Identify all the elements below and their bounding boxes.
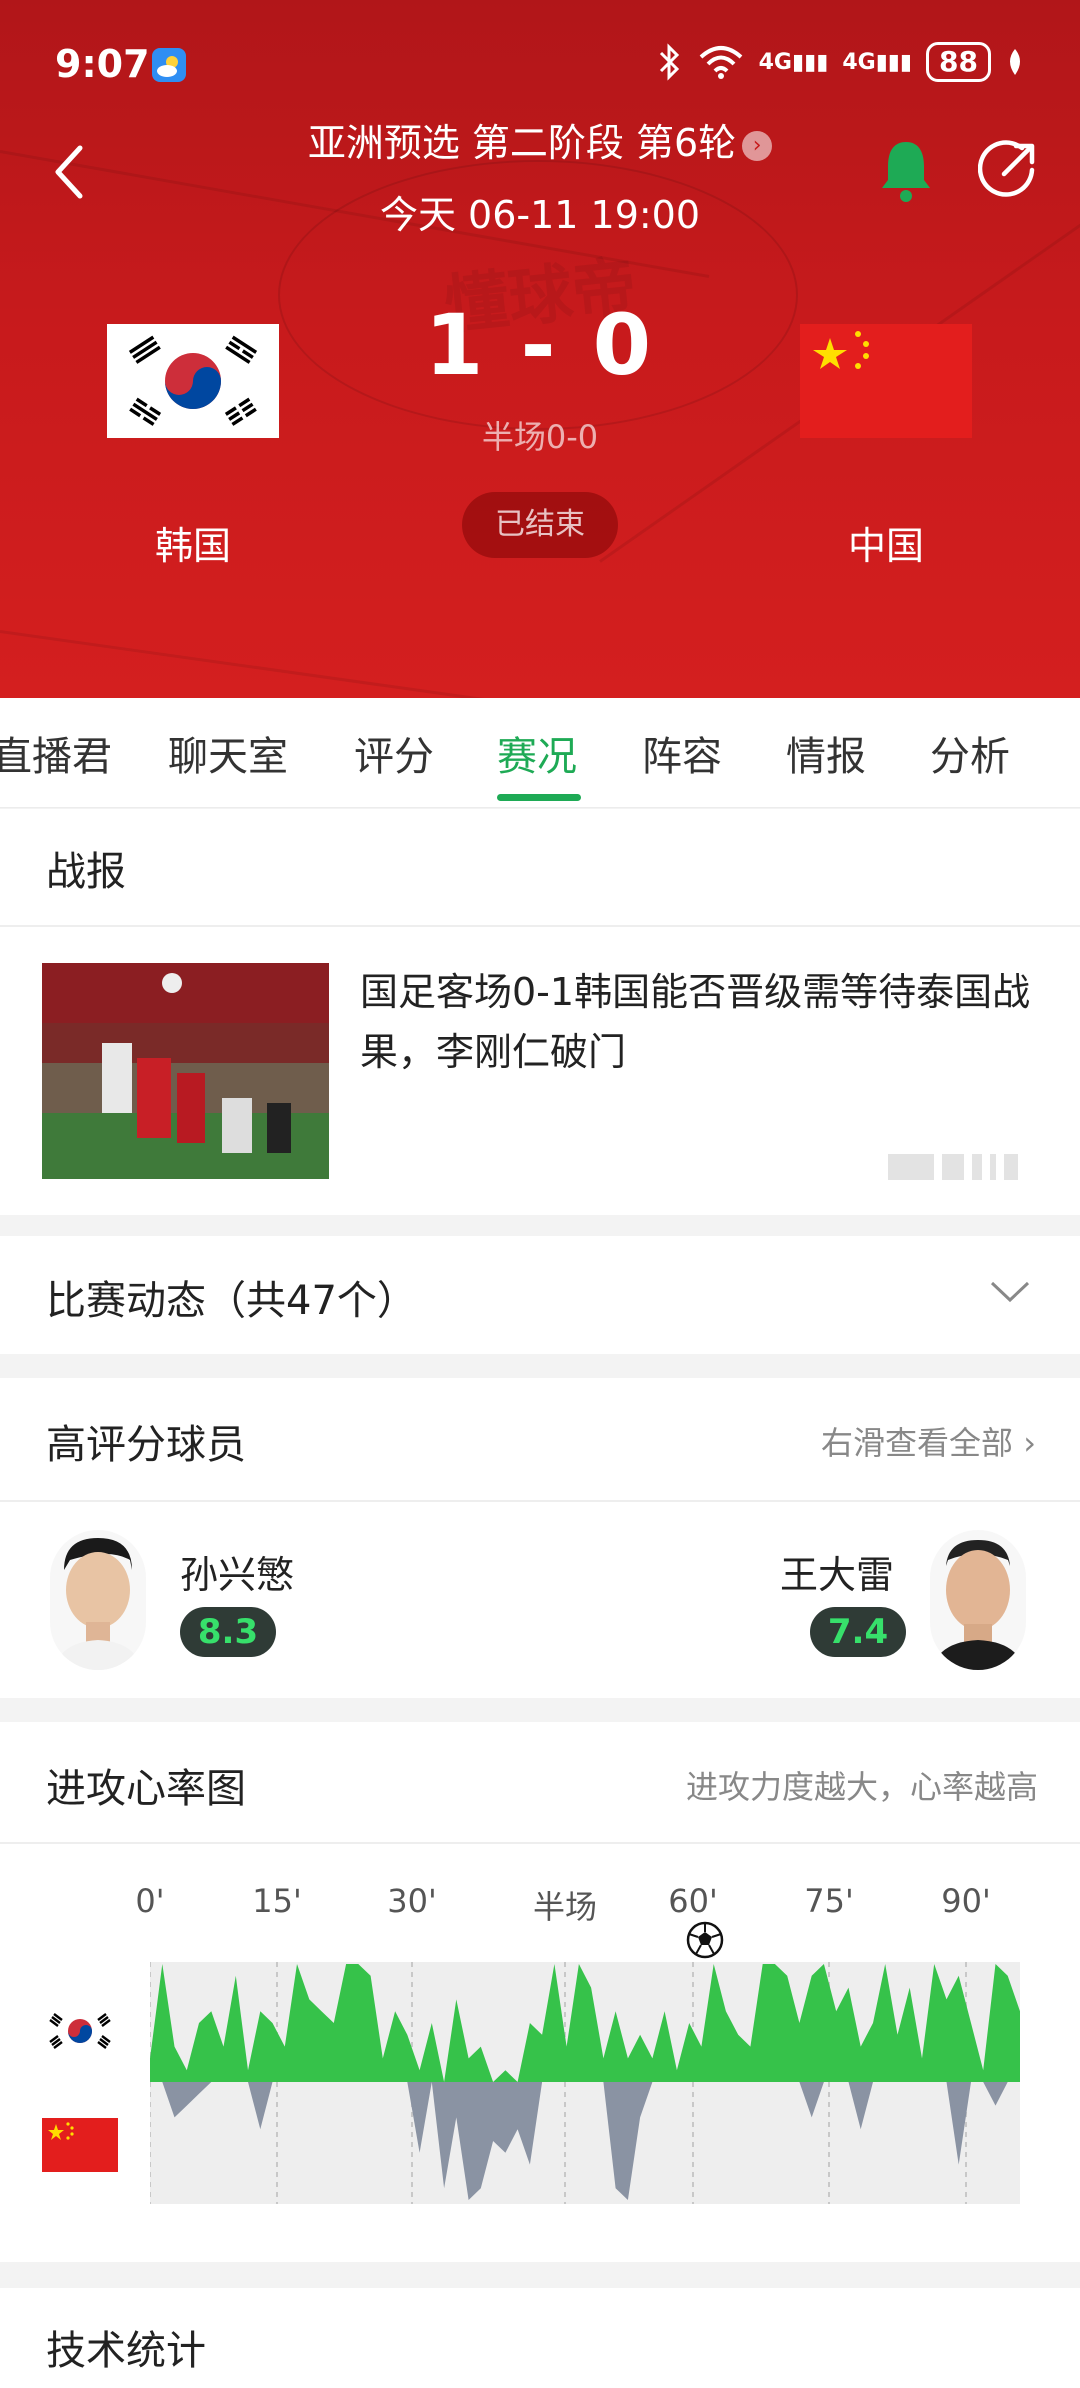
status-bar: 9:07 4G▮▮▮ 4G▮▮▮ 88 xyxy=(55,42,1025,92)
status-icons: 4G▮▮▮ 4G▮▮▮ 88 xyxy=(657,42,1025,82)
tab-ratings[interactable]: 评分 xyxy=(354,724,434,782)
chart-tick-label: 75' xyxy=(804,1882,854,1920)
chart-tick-label: 0' xyxy=(135,1882,165,1920)
bell-icon[interactable] xyxy=(878,138,934,204)
away-team-name[interactable]: 中国 xyxy=(776,515,996,570)
news-thumbnail[interactable] xyxy=(42,963,329,1179)
events-title: 比赛动态（共47个） xyxy=(46,1278,417,1324)
events-card[interactable]: 比赛动态（共47个） xyxy=(0,1236,1080,1354)
match-header: 懂球帝 9:07 4G▮▮▮ 4G▮▮▮ 88 亚洲预选 第二阶段 第6轮 › 今… xyxy=(0,0,1080,698)
korea-flag-icon xyxy=(42,2004,118,2058)
chart-tick-label: 90' xyxy=(941,1882,991,1920)
chevron-right-icon: › xyxy=(742,130,773,161)
heart-chart-hint: 进攻力度越大，心率越高 xyxy=(685,1768,1038,1806)
news-meta xyxy=(888,1152,1038,1182)
chevron-down-icon[interactable] xyxy=(990,1280,1030,1304)
tab-match-status[interactable]: 赛况 xyxy=(497,724,577,782)
halftime-score: 半场0-0 xyxy=(481,418,599,456)
heart-rate-chart xyxy=(150,1962,1020,2204)
player-name-home[interactable]: 孙兴慜 xyxy=(180,1544,294,1599)
player-avatar-away[interactable] xyxy=(930,1530,1026,1670)
divider xyxy=(0,1500,1080,1502)
player-avatar-home[interactable] xyxy=(50,1530,146,1670)
status-time: 9:07 xyxy=(55,42,150,86)
soccer-ball-icon xyxy=(686,1921,724,1959)
tab-live[interactable]: 直播君 xyxy=(0,724,112,782)
stats-card: 技术统计 xyxy=(0,2288,1080,2388)
battery-indicator: 88 xyxy=(926,42,991,82)
chart-tick-label: 15' xyxy=(252,1882,302,1920)
league-label: 亚洲预选 第二阶段 第6轮 xyxy=(307,121,737,165)
signal-4g-icon: 4G▮▮▮ xyxy=(842,49,913,75)
divider xyxy=(0,925,1080,927)
tab-lineup[interactable]: 阵容 xyxy=(642,724,722,782)
tab-analysis[interactable]: 分析 xyxy=(930,724,1010,782)
tab-intel[interactable]: 情报 xyxy=(786,724,866,782)
share-icon[interactable] xyxy=(978,140,1038,200)
tab-chat[interactable]: 聊天室 xyxy=(168,724,288,782)
chart-tick-label: 30' xyxy=(387,1882,437,1920)
match-status-badge: 已结束 xyxy=(462,492,618,558)
chart-tick-label: 半场 xyxy=(532,1888,597,1926)
weather-icon xyxy=(152,48,186,82)
home-team-name[interactable]: 韩国 xyxy=(83,515,303,570)
decor-line xyxy=(0,630,496,698)
news-headline[interactable]: 国足客场0-1韩国能否晋级需等待泰国战果，李刚仁破门 xyxy=(360,962,1040,1082)
top-players-card: 高评分球员 右滑查看全部 › xyxy=(0,1378,1080,1698)
player-rating-home: 8.3 xyxy=(180,1607,276,1657)
view-all-link[interactable]: 右滑查看全部 › xyxy=(821,1418,1036,1464)
bluetooth-icon xyxy=(659,43,679,81)
signal-4g-icon: 4G▮▮▮ xyxy=(758,49,829,75)
leaf-icon xyxy=(1010,49,1020,75)
heart-chart-title: 进攻心率图 xyxy=(46,1766,246,1812)
match-score: 1 - 0 xyxy=(424,296,656,394)
stats-title: 技术统计 xyxy=(46,2328,206,2374)
china-flag-icon xyxy=(42,2118,118,2172)
top-players-title: 高评分球员 xyxy=(46,1422,246,1468)
tab-bar: 直播君 聊天室 评分 赛况 阵容 情报 分析 xyxy=(0,698,1080,808)
active-tab-indicator xyxy=(497,794,581,801)
player-name-away[interactable]: 王大雷 xyxy=(780,1544,894,1599)
chevron-right-icon: › xyxy=(1023,1424,1036,1462)
player-rating-away: 7.4 xyxy=(810,1607,906,1657)
chart-tick-label: 60' xyxy=(668,1882,718,1920)
report-title: 战报 xyxy=(46,849,126,895)
divider xyxy=(0,1842,1080,1844)
wifi-icon xyxy=(699,46,742,79)
